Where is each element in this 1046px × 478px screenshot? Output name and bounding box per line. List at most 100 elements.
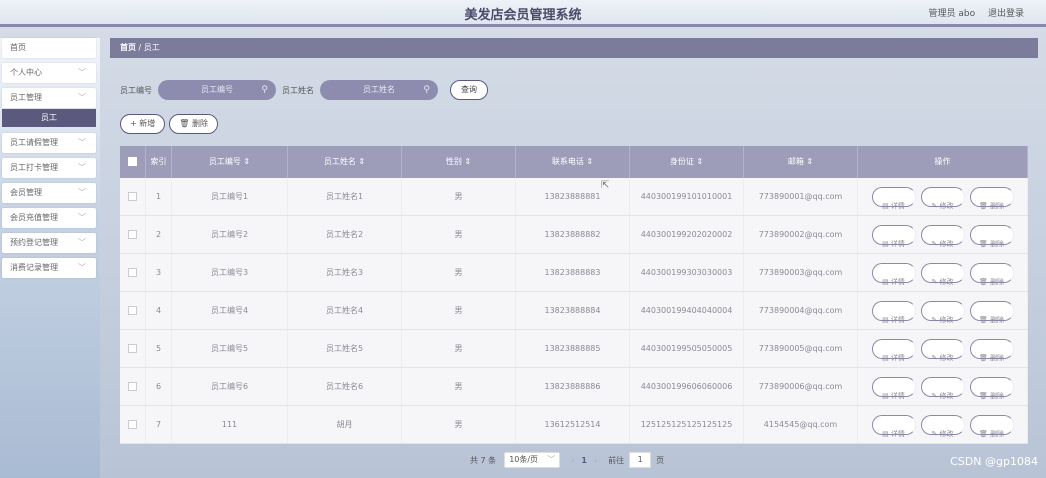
edit-button-label: 修改 [939,201,954,210]
user-label[interactable]: 管理员 abo [929,9,976,19]
table-row[interactable]: 2 员工编号2 员工姓名2 男 13823888882 44030019920202000… [120,216,1028,254]
detail-button[interactable]: ▤ 详情 [871,224,916,248]
goto-label: 前往 [608,455,625,465]
edit-button[interactable]: ✎ 修改 [920,186,965,210]
cell-id-card: 440300199606060006 [630,368,744,405]
row-checkbox[interactable] [128,382,137,391]
cell-index: 7 [146,406,172,443]
prev-page-button[interactable]: ‹ [571,456,574,465]
row-select-cell[interactable] [120,216,146,253]
staff-code-input[interactable]: 员工编号 ⚲ [158,80,276,100]
delete-button[interactable]: 🗑 删除 [969,376,1014,400]
sidebar-subitem-staff[interactable]: 员工 [2,109,96,127]
pencil-icon: ✎ [931,391,940,400]
chevron-down-icon: ﹀ [78,68,86,77]
total-count: 共 7 条 [470,455,497,465]
cell-operations: ▤ 详情 ✎ 修改 🗑 删除 [858,406,1028,443]
logout-link[interactable]: 退出登录 [988,9,1024,19]
delete-button[interactable]: 🗑 删除 [969,300,1014,324]
delete-button[interactable]: 🗑 删除 [969,414,1014,438]
detail-button[interactable]: ▤ 详情 [871,338,916,362]
header-id-card[interactable]: 身份证 ⇕ [630,146,744,178]
breadcrumb: 首页 / 员工 [110,38,1038,58]
header-gender[interactable]: 性别 ⇕ [402,146,516,178]
edit-button[interactable]: ✎ 修改 [920,224,965,248]
cell-phone: 13612512514 [516,406,630,443]
cell-email: 773890006@qq.com [744,368,858,405]
pencil-icon: ✎ [931,353,940,362]
header-staff-name[interactable]: 员工姓名 ⇕ [288,146,402,178]
detail-button[interactable]: ▤ 详情 [871,186,916,210]
cell-gender: 男 [402,216,516,253]
page-number[interactable]: 1 [581,456,587,465]
delete-button[interactable]: 🗑 删除 [969,262,1014,286]
table-row[interactable]: 4 员工编号4 员工姓名4 男 13823888884 44030019940404000… [120,292,1028,330]
row-select-cell[interactable] [120,178,146,215]
header-staff-code[interactable]: 员工编号 ⇕ [172,146,288,178]
page-size-select[interactable]: 10条/页 ﹀ [504,452,561,468]
chevron-down-icon: ﹀ [78,263,86,272]
delete-button[interactable]: 🗑 删除 [969,338,1014,362]
table-row[interactable]: 6 员工编号6 员工姓名6 男 13823888886 44030019960606000… [120,368,1028,406]
table-row[interactable]: 7 111 胡月男 13612512514 125125125125125125 4154… [120,406,1028,444]
edit-button[interactable]: ✎ 修改 [920,338,965,362]
edit-button[interactable]: ✎ 修改 [920,376,965,400]
row-select-cell[interactable] [120,292,146,329]
sidebar-item-profile[interactable]: 个人中心 ﹀ [2,63,96,83]
detail-button[interactable]: ▤ 详情 [871,376,916,400]
detail-button[interactable]: ▤ 详情 [871,262,916,286]
edit-button[interactable]: ✎ 修改 [920,262,965,286]
edit-button[interactable]: ✎ 修改 [920,300,965,324]
sidebar-item-booking[interactable]: 预约登记管理 ﹀ [2,233,96,253]
sidebar-item-staff[interactable]: 员工管理 ﹀ [2,88,96,108]
row-checkbox[interactable] [128,420,137,429]
detail-button-label: 详情 [890,429,905,438]
edit-button[interactable]: ✎ 修改 [920,414,965,438]
sidebar-item-members[interactable]: 会员管理 ﹀ [2,183,96,203]
cell-index: 4 [146,292,172,329]
add-button[interactable]: + 新增 [120,114,166,134]
row-select-cell[interactable] [120,368,146,405]
row-checkbox[interactable] [128,306,137,315]
table-row[interactable]: 5 员工编号5 员工姓名5 男 13823888885 44030019950505000… [120,330,1028,368]
delete-button[interactable]: 🗑 删除 [969,224,1014,248]
edit-button-label: 修改 [939,353,954,362]
row-checkbox[interactable] [128,230,137,239]
document-icon: ▤ [882,239,891,248]
sidebar-item-label: 员工请假管理 [10,138,58,147]
select-all-checkbox[interactable] [128,157,137,166]
breadcrumb-home[interactable]: 首页 [120,43,136,52]
sidebar-item-leave[interactable]: 员工请假管理 ﹀ [2,133,96,153]
row-select-cell[interactable] [120,406,146,443]
goto-page-input[interactable]: 1 [629,452,652,468]
detail-button[interactable]: ▤ 详情 [871,300,916,324]
row-checkbox[interactable] [128,344,137,353]
cell-staff-name: 员工姓名5 [288,330,402,367]
sidebar-item-clockin[interactable]: 员工打卡管理 ﹀ [2,158,96,178]
sidebar-item-home[interactable]: 首页 [2,38,96,58]
sidebar-item-label: 会员管理 [10,188,42,197]
query-button[interactable]: 查询 [450,80,488,100]
staff-name-input[interactable]: 员工姓名 ⚲ [320,80,438,100]
row-checkbox[interactable] [128,192,137,201]
table-row[interactable]: 3 员工编号3 员工姓名3 男 13823888883 44030019930303000… [120,254,1028,292]
chevron-down-icon: ﹀ [78,188,86,197]
row-select-cell[interactable] [120,254,146,291]
header-email[interactable]: 邮箱 ⇕ [744,146,858,178]
detail-button[interactable]: ▤ 详情 [871,414,916,438]
row-checkbox[interactable] [128,268,137,277]
header-phone[interactable]: 联系电话 ⇕ [516,146,630,178]
select-all-cell[interactable] [120,146,146,178]
table-row[interactable]: 1 员工编号1 员工姓名1 男 13823888881 44030019910101000… [120,178,1028,216]
delete-button[interactable]: 🗑 删除 [969,186,1014,210]
cell-email: 773890004@qq.com [744,292,858,329]
next-page-button[interactable]: › [594,456,597,465]
sidebar-item-recharge[interactable]: 会员充值管理 ﹀ [2,208,96,228]
delete-button-label: 删除 [990,315,1005,324]
trash-icon: 🗑 [978,201,991,210]
sidebar-item-consumption[interactable]: 消费记录管理 ﹀ [2,258,96,278]
cell-index: 6 [146,368,172,405]
row-select-cell[interactable] [120,330,146,367]
batch-delete-button[interactable]: 🗑 删除 [169,114,218,134]
detail-button-label: 详情 [890,277,905,286]
